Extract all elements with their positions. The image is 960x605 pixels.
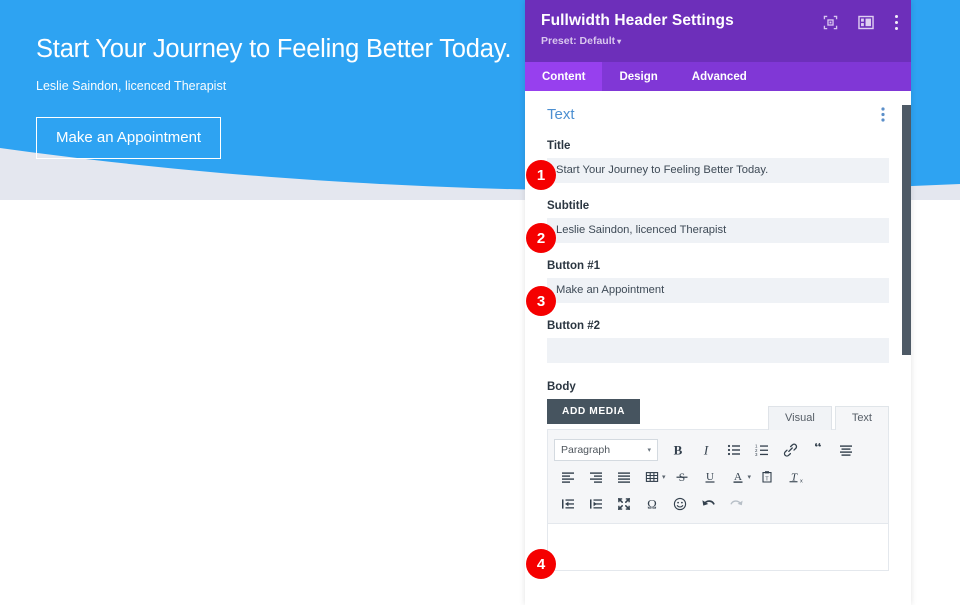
svg-text:3: 3: [755, 452, 758, 457]
kebab-menu-icon[interactable]: [894, 14, 899, 31]
body-editor-textarea[interactable]: [547, 523, 889, 571]
step-badge-1: 1: [526, 160, 556, 190]
svg-text:S: S: [678, 472, 684, 484]
step-badge-3: 3: [526, 286, 556, 316]
tab-visual[interactable]: Visual: [768, 406, 832, 430]
field-body-label: Body: [547, 381, 576, 393]
tab-text[interactable]: Text: [834, 406, 889, 430]
section-header: Text: [547, 105, 889, 124]
underline-icon[interactable]: U: [696, 464, 724, 490]
align-right-icon[interactable]: [582, 464, 610, 490]
preset-label: Preset: Default: [541, 35, 616, 47]
editor-mode-tabs: Visual Text: [768, 406, 889, 430]
field-button-1-label: Button #1: [547, 260, 601, 272]
paragraph-format-select[interactable]: Paragraph ▾: [554, 438, 658, 461]
hero-cta-button[interactable]: Make an Appointment: [36, 116, 222, 159]
numbered-list-icon[interactable]: 1 2 3: [748, 437, 776, 463]
add-media-button[interactable]: ADD MEDIA: [547, 399, 641, 424]
module-settings-panel: Fullwidth Header Settings Preset: Defaul…: [525, 0, 911, 605]
indent-icon[interactable]: [582, 491, 610, 517]
outdent-icon[interactable]: [554, 491, 582, 517]
hero-content: Start Your Journey to Feeling Better Tod…: [36, 34, 516, 159]
panel-scrollbar[interactable]: [902, 91, 911, 605]
paragraph-format-label: Paragraph: [561, 443, 611, 456]
hero-title: Start Your Journey to Feeling Better Tod…: [36, 35, 512, 63]
panel-header-actions: [823, 14, 899, 31]
undo-icon[interactable]: [694, 491, 722, 517]
title-input[interactable]: [547, 158, 889, 183]
layout-panel-icon[interactable]: [858, 15, 874, 30]
focus-icon[interactable]: [823, 15, 838, 30]
section-title: Text: [547, 106, 575, 123]
bold-icon[interactable]: B: [664, 437, 692, 463]
chevron-down-icon[interactable]: ▾: [662, 473, 666, 481]
svg-text:T: T: [765, 476, 769, 482]
field-subtitle: Subtitle: [547, 200, 889, 243]
field-button-1: Button #1: [547, 260, 889, 303]
align-center-icon[interactable]: [610, 464, 638, 490]
panel-tabs: Content Design Advanced: [525, 62, 911, 91]
editor-top-bar: ADD MEDIA Visual Text: [547, 399, 889, 430]
link-icon[interactable]: [776, 437, 804, 463]
button-2-input[interactable]: [547, 338, 889, 363]
chevron-down-icon: ▾: [617, 37, 622, 46]
toolbar-row-3: Ω: [554, 490, 882, 517]
field-title-label: Title: [547, 140, 571, 152]
field-title: Title: [547, 140, 889, 183]
blockquote-icon[interactable]: “: [804, 437, 832, 463]
tab-design[interactable]: Design: [602, 62, 674, 91]
field-subtitle-label: Subtitle: [547, 200, 590, 212]
panel-body: Text Title Subtitle: [525, 91, 911, 605]
step-badge-2: 2: [526, 223, 556, 253]
field-button-2-label: Button #2: [547, 320, 601, 332]
bulleted-list-icon[interactable]: [720, 437, 748, 463]
toolbar-row-1: Paragraph ▾ B I 1 2 3 “: [554, 436, 882, 463]
italic-icon[interactable]: I: [692, 437, 720, 463]
step-badge-4: 4: [526, 549, 556, 579]
tab-content[interactable]: Content: [525, 62, 603, 91]
align-left-icon[interactable]: [554, 464, 582, 490]
screen: Start Your Journey to Feeling Better Tod…: [0, 0, 960, 605]
field-body: Body ADD MEDIA Visual Text Paragraph ▾ B…: [547, 381, 889, 571]
paste-as-text-icon[interactable]: T: [753, 464, 781, 490]
chevron-down-icon: ▾: [647, 446, 651, 454]
svg-text:“: “: [814, 443, 822, 456]
align-justify-icon[interactable]: [832, 437, 860, 463]
fullscreen-icon[interactable]: [610, 491, 638, 517]
emoji-icon[interactable]: [666, 491, 694, 517]
svg-text:I: I: [703, 443, 709, 457]
special-character-icon[interactable]: Ω: [638, 491, 666, 517]
panel-header: Fullwidth Header Settings Preset: Defaul…: [525, 0, 911, 62]
chevron-down-icon[interactable]: ▾: [748, 473, 752, 481]
svg-text:U: U: [706, 471, 714, 483]
svg-text:Ω: Ω: [647, 497, 657, 511]
kebab-menu-icon[interactable]: [877, 105, 889, 124]
panel-scroll-content: Text Title Subtitle: [525, 91, 911, 571]
subtitle-input[interactable]: [547, 218, 889, 243]
toolbar-row-2: ▾ S U A ▾ T T x: [554, 463, 882, 490]
svg-text:x: x: [800, 478, 803, 483]
strikethrough-icon[interactable]: S: [668, 464, 696, 490]
scrollbar-thumb[interactable]: [902, 105, 911, 355]
field-button-2: Button #2: [547, 320, 889, 363]
hero-subtitle: Leslie Saindon, licenced Therapist: [36, 78, 227, 93]
tab-advanced[interactable]: Advanced: [675, 62, 764, 91]
clear-formatting-icon[interactable]: T x: [781, 464, 809, 490]
button-1-input[interactable]: [547, 278, 889, 303]
svg-text:B: B: [674, 443, 683, 457]
preset-selector[interactable]: Preset: Default ▾: [541, 35, 895, 47]
redo-icon[interactable]: [722, 491, 750, 517]
editor-toolbar: Paragraph ▾ B I 1 2 3 “ ▾ S U A ▾ T T x …: [547, 429, 889, 523]
svg-text:A: A: [734, 471, 742, 483]
